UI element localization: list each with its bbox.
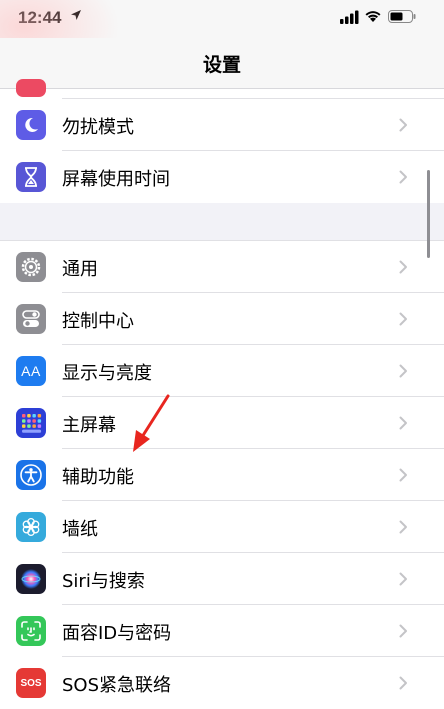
gear-icon — [16, 252, 46, 282]
settings-item-label: 辅助功能 — [62, 467, 134, 488]
settings-group-2: 通用 控制中心 AA 显示与亮度 主屏幕 辅助功能 墙纸 Siri与搜索 面容I… — [0, 240, 444, 709]
notification-icon — [16, 79, 46, 97]
settings-item-home-screen[interactable]: 主屏幕 — [0, 397, 444, 449]
aa-icon: AA — [16, 356, 46, 386]
chevron-right-icon — [399, 572, 407, 586]
hourglass-icon — [16, 162, 46, 192]
battery-icon — [388, 10, 416, 23]
chevron-right-icon — [399, 118, 407, 132]
face-id-icon — [16, 616, 46, 646]
cellular-signal-icon — [340, 10, 359, 24]
moon-icon — [16, 110, 46, 140]
navigation-bar: 设置 — [0, 38, 444, 89]
toggles-icon — [16, 304, 46, 334]
chevron-right-icon — [399, 170, 407, 184]
settings-item-face-id[interactable]: 面容ID与密码 — [0, 605, 444, 657]
siri-icon — [16, 564, 46, 594]
chevron-right-icon — [399, 260, 407, 274]
status-time: 12:44 — [18, 8, 62, 27]
wifi-icon — [365, 11, 381, 22]
settings-item-general[interactable]: 通用 — [0, 241, 444, 293]
scroll-indicator[interactable] — [427, 170, 430, 258]
chevron-right-icon — [399, 416, 407, 430]
settings-item-label: Siri与搜索 — [62, 571, 145, 592]
location-arrow-icon — [71, 10, 81, 20]
flower-icon — [16, 512, 46, 542]
settings-item-label: 勿扰模式 — [62, 117, 134, 138]
settings-item-emergency-sos[interactable]: SOS SOS紧急联络 — [0, 657, 444, 709]
chevron-right-icon — [399, 312, 407, 326]
status-bar: 12:44 — [0, 0, 444, 38]
settings-item-do-not-disturb[interactable]: 勿扰模式 — [0, 99, 444, 151]
chevron-right-icon — [399, 624, 407, 638]
chevron-right-icon — [399, 364, 407, 378]
settings-group-1: 勿扰模式 屏幕使用时间 — [0, 99, 444, 203]
partial-list-item[interactable] — [0, 79, 444, 99]
settings-item-label: 屏幕使用时间 — [62, 169, 170, 190]
chevron-right-icon — [399, 520, 407, 534]
sos-icon: SOS — [16, 668, 46, 698]
settings-item-label: SOS紧急联络 — [62, 675, 172, 696]
settings-item-label: 面容ID与密码 — [62, 623, 172, 644]
settings-item-wallpaper[interactable]: 墙纸 — [0, 501, 444, 553]
settings-item-screen-time[interactable]: 屏幕使用时间 — [0, 151, 444, 203]
chevron-right-icon — [399, 676, 407, 690]
settings-item-label: 显示与亮度 — [62, 363, 152, 384]
settings-item-control-center[interactable]: 控制中心 — [0, 293, 444, 345]
settings-item-label: 控制中心 — [62, 311, 134, 332]
home-grid-icon — [16, 408, 46, 438]
settings-item-label: 通用 — [62, 259, 98, 280]
settings-item-label: 墙纸 — [62, 519, 98, 540]
page-title: 设置 — [202, 54, 241, 76]
settings-item-label: 主屏幕 — [62, 415, 116, 436]
settings-item-accessibility[interactable]: 辅助功能 — [0, 449, 444, 501]
settings-item-siri-search[interactable]: Siri与搜索 — [0, 553, 444, 605]
accessibility-icon — [16, 460, 46, 490]
settings-item-display-brightness[interactable]: AA 显示与亮度 — [0, 345, 444, 397]
chevron-right-icon — [399, 468, 407, 482]
